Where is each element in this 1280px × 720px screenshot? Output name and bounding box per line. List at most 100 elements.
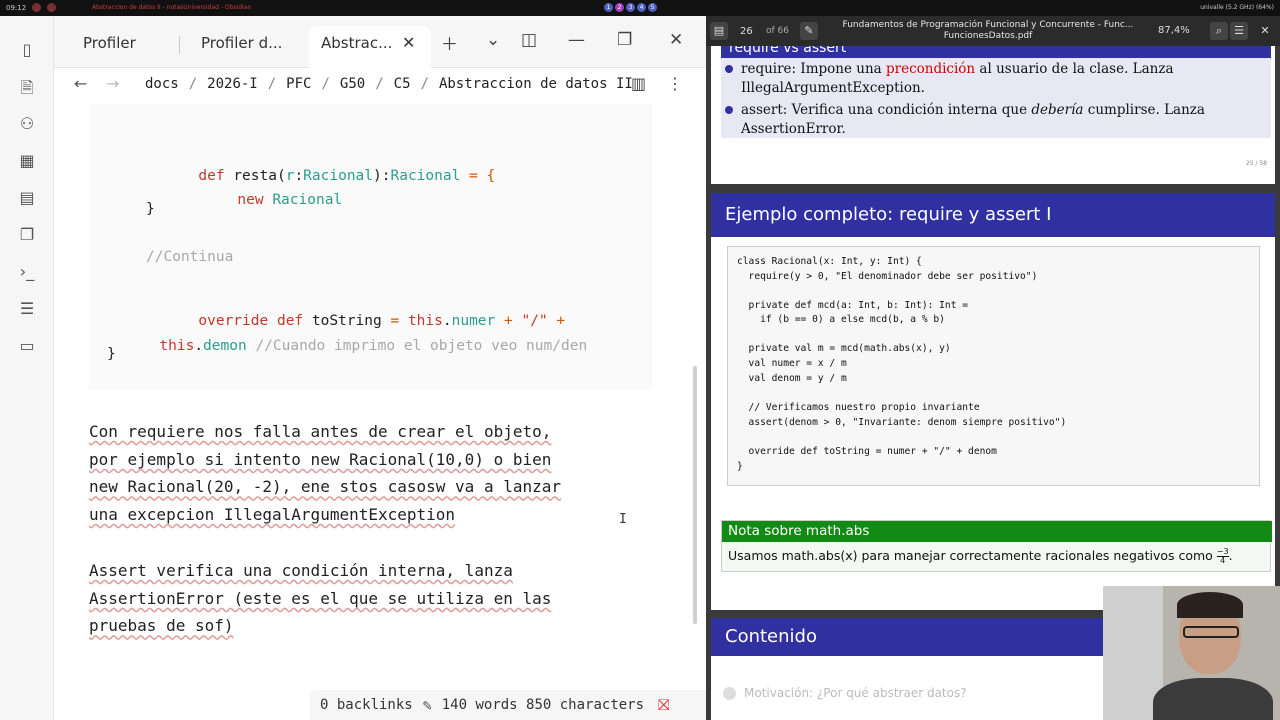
backlinks-count[interactable]: 0 backlinks (320, 697, 413, 713)
app-icon[interactable] (32, 3, 42, 12)
text-line: pruebas de sof) (89, 616, 234, 636)
page-number[interactable]: 26 (740, 26, 753, 37)
text-line: AssertionError (este es el que se utiliz… (89, 588, 552, 608)
menu-icon[interactable]: ☰ (1230, 22, 1248, 40)
bullet-icon (725, 106, 733, 114)
slide-ejemplo-completo: Ejemplo completo: require y assert I cla… (711, 193, 1275, 610)
annotate-icon[interactable]: ✎ (800, 22, 818, 40)
browser-icon[interactable] (47, 3, 57, 12)
window-title: Abstraccion de datos II - notasUniversid… (92, 4, 252, 11)
fraction: −3 4 (1216, 547, 1229, 565)
workspace-switcher[interactable]: 1 2 3 4 5 (604, 3, 657, 12)
breadcrumb: docs/ 2026-I / PFC / G50/ C5/ Abstraccion … (145, 76, 633, 92)
mouse-cursor-icon: I (619, 512, 627, 527)
breadcrumb-item[interactable]: 2026-I (207, 76, 258, 92)
more-options-icon[interactable]: ⋮ (667, 74, 683, 93)
text-line: Con requiere nos falla antes de crear el… (89, 422, 552, 441)
minimize-icon[interactable]: — (568, 30, 585, 50)
text-line: Assert verifica una condición interna, l… (89, 561, 513, 580)
pencil-icon[interactable]: ✎ (423, 696, 432, 714)
workspace-1[interactable]: 1 (604, 3, 613, 12)
forward-arrow-icon[interactable]: → (106, 74, 119, 93)
canvas-icon[interactable]: ▦ (17, 151, 37, 171)
bullet-icon (725, 65, 733, 73)
code-line: } (146, 201, 155, 217)
code-line: val numer = x / m (737, 358, 847, 369)
workspace-2[interactable]: 2 (615, 3, 624, 12)
word-count: 140 words 850 characters (441, 697, 645, 713)
tab-label: Profiler d... (201, 34, 283, 52)
terminal-icon[interactable]: ›_ (17, 262, 37, 282)
sidebar-toggle-icon[interactable]: ▤ (710, 22, 728, 40)
breadcrumb-current[interactable]: Abstraccion de datos II (439, 76, 633, 92)
status-bar: 0 backlinks ✎ 140 words 850 characters ⛝ (310, 690, 706, 720)
breadcrumb-item[interactable]: PFC (286, 76, 311, 92)
breadcrumb-item[interactable]: docs (145, 76, 179, 92)
code-line: require(y > 0, "El denominador debe ser … (737, 271, 1038, 282)
zoom-level[interactable]: 87,4% (1158, 25, 1190, 36)
code-line: assert(denom > 0, "Invariante: denom sie… (737, 417, 1067, 428)
webcam-overlay (1103, 586, 1280, 720)
document-title: Fundamentos de Programación Funcional y … (842, 20, 1134, 41)
text-line: por ejemplo si intento new Racional(10,0… (89, 449, 552, 469)
graph-icon[interactable]: ⚇ (17, 114, 37, 134)
code-comment: //Continua (146, 249, 234, 265)
calendar-icon[interactable]: ▤ (17, 188, 37, 208)
breadcrumb-item[interactable]: G50 (340, 76, 365, 92)
workspace-3[interactable]: 3 (626, 3, 635, 12)
close-icon[interactable]: ✕ (1256, 22, 1274, 40)
paragraph-assert[interactable]: Assert verifica una condición interna, l… (89, 557, 551, 640)
slide-title: Ejemplo completo: require y assert I (711, 193, 1275, 237)
tab-label: Abstrac... (321, 34, 393, 52)
tab-profiler[interactable]: Profiler (83, 30, 180, 60)
sidebar-toggle-icon[interactable]: ▯ (17, 40, 37, 60)
bullet-require: require: Impone una precondición al usua… (725, 60, 1174, 98)
workspace-5[interactable]: 5 (648, 3, 657, 12)
sidebar-right-icon[interactable]: ◫ (521, 30, 537, 50)
slide-page-number: 25 / 58 (1245, 160, 1267, 167)
toc-item: Motivación: ¿Por qué abstraer datos? (723, 686, 967, 700)
search-icon[interactable]: ⌕ (1210, 22, 1228, 40)
note-editor[interactable]: def resta(r:Racional):Racional = { new R… (54, 104, 694, 704)
code-comment: // Verificamos nuestro propio invariante (737, 402, 980, 413)
workspace-4[interactable]: 4 (637, 3, 646, 12)
breadcrumb-item[interactable]: C5 (394, 76, 411, 92)
tab-separator (178, 36, 180, 54)
person-shirt (1153, 678, 1273, 720)
tab-profiler-2[interactable]: Profiler d... (201, 30, 282, 60)
system-tray-right: univalle (5.2 GHz) (64%) (1200, 4, 1274, 11)
code-line: this.demon //Cuando imprimo el objeto ve… (159, 338, 588, 354)
back-arrow-icon[interactable]: ← (74, 74, 87, 93)
bullet-assert: assert: Verifica una condición interna q… (725, 101, 1205, 139)
chevron-down-icon[interactable]: ⌄ (486, 30, 500, 50)
toc-number-icon (723, 687, 736, 700)
code-line: class Racional(x: Int, y: Int) { (737, 256, 922, 267)
comment-icon[interactable]: ▭ (17, 336, 37, 356)
text-line: una excepcion IllegalArgumentException (89, 505, 456, 525)
search-file-icon[interactable]: 🗎 (17, 78, 37, 98)
network-status: univalle (5.2 GHz) (64%) (1200, 4, 1274, 11)
maximize-icon[interactable]: ❐ (617, 30, 632, 50)
reading-view-icon[interactable]: ▥ (631, 74, 646, 93)
tab-bar: Profiler Profiler d... Abstrac... ✕ ＋ ⌄ … (54, 16, 706, 68)
obsidian-window: ▯ 🗎 ⚇ ▦ ▤ ❐ ›_ ☰ ▭ Profiler Profiler d..… (0, 16, 706, 720)
slide-require-vs-assert: require vs assert require: Impone una pr… (711, 46, 1275, 184)
note-body: Usamos math.abs(x) para manejar correcta… (728, 547, 1233, 565)
editor-scrollbar[interactable] (693, 366, 697, 624)
code-listing: class Racional(x: Int, y: Int) { require… (727, 246, 1260, 486)
block-header: require vs assert (721, 46, 1271, 58)
paragraph-require[interactable]: Con requiere nos falla antes de crear el… (89, 418, 561, 529)
sync-error-icon[interactable]: ⛝ (658, 696, 669, 714)
copy-icon[interactable]: ❐ (17, 225, 37, 245)
tab-abstraccion[interactable]: Abstrac... ✕ (309, 26, 431, 68)
text-line: new Racional(20, -2), ene stos casosw va… (89, 477, 562, 497)
close-window-icon[interactable]: ✕ (669, 30, 683, 50)
tab-label: Profiler (83, 34, 136, 52)
navigation-bar: ← → docs/ 2026-I / PFC / G50/ C5/ Abstracc… (54, 68, 706, 104)
code-line: } (737, 461, 743, 472)
person-hair (1177, 592, 1243, 618)
templates-icon[interactable]: ☰ (17, 299, 37, 319)
code-line: } (107, 346, 116, 362)
new-tab-icon[interactable]: ＋ (441, 30, 458, 55)
close-tab-icon[interactable]: ✕ (402, 26, 415, 60)
